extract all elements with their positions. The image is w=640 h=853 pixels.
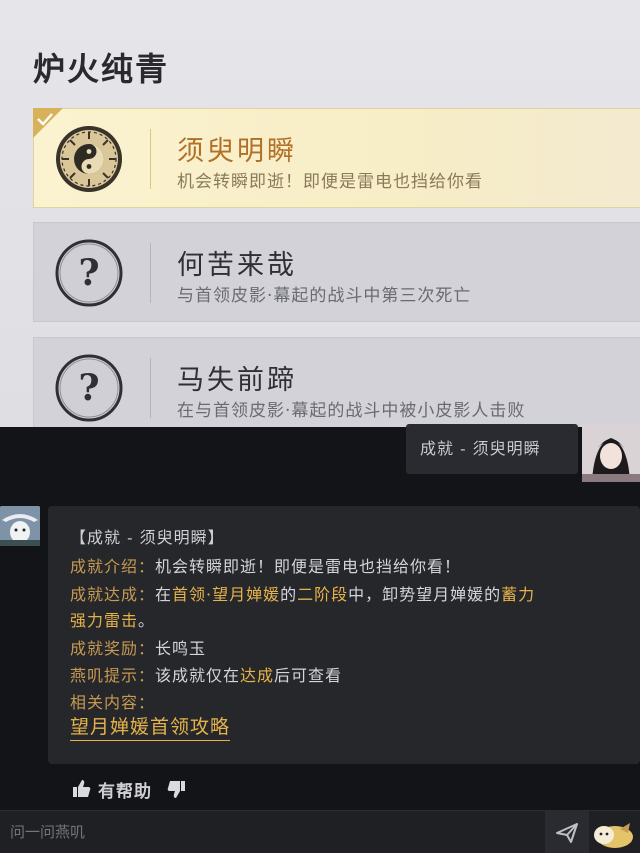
section-title: 炉火纯青	[33, 50, 170, 88]
tip-label: 燕叽提示：	[70, 666, 156, 685]
card-divider	[150, 358, 151, 418]
bot-avatar-portrait	[0, 506, 40, 546]
mascot-icon[interactable]	[590, 817, 636, 851]
achieve-highlight-thunder: 强力雷击	[70, 611, 139, 630]
related-label: 相关内容：	[70, 693, 156, 712]
intro-row: 成就介绍：机会转瞬即逝！即便是雷电也挡给你看！	[70, 553, 461, 577]
tip-text-2: 后可查看	[274, 666, 343, 685]
intro-label: 成就介绍：	[70, 557, 156, 576]
tip-highlight: 达成	[240, 666, 275, 685]
card-description: 与首领皮影·幕起的战斗中第三次死亡	[177, 286, 472, 306]
card-title: 马失前蹄	[177, 365, 297, 396]
user-avatar[interactable]	[582, 424, 640, 482]
thumbs-up-icon[interactable]	[72, 779, 92, 799]
tip-text-0: 该成就仅在	[155, 666, 241, 685]
achieve-row: 成就达成：在首领·望月婵媛的二阶段中，卸势望月婵媛的蓄力	[70, 581, 535, 605]
achievement-card-unlocked[interactable]: 须臾明瞬 机会转瞬即逝！即便是雷电也挡给你看	[33, 108, 640, 208]
achieve-text-0: 在	[155, 585, 173, 604]
card-title: 须臾明瞬	[177, 136, 297, 167]
achieve-highlight-boss: 首领·望月婵媛	[172, 585, 281, 604]
achieve-text-2: 的	[280, 585, 298, 604]
card-description: 机会转瞬即逝！即便是雷电也挡给你看	[177, 172, 483, 192]
card-divider	[150, 243, 151, 303]
reward-text: 长鸣玉	[155, 639, 207, 658]
chat-input[interactable]	[0, 811, 545, 853]
chat-input-bar	[0, 810, 640, 853]
achieve-line2-end: 。	[138, 611, 156, 630]
user-avatar-portrait	[582, 424, 640, 482]
send-icon	[556, 823, 578, 843]
thumbs-down-icon[interactable]	[166, 779, 186, 799]
achieve-text-4: 中，卸势望月婵媛的	[348, 585, 502, 604]
related-row: 相关内容：	[70, 689, 155, 713]
reward-row: 成就奖励：长鸣玉	[70, 635, 206, 659]
yin-yang-badge-icon	[56, 126, 122, 192]
feedback-row: 有帮助	[72, 777, 186, 802]
svg-text:?: ?	[78, 367, 99, 409]
achievement-card-locked[interactable]: ? 马失前蹄 在与首领皮影·幕起的战斗中被小皮影人击败	[33, 337, 640, 427]
helpful-label[interactable]: 有帮助	[98, 777, 152, 802]
card-divider	[150, 129, 151, 189]
card-title: 何苦来哉	[177, 250, 297, 281]
tip-row: 燕叽提示：该成就仅在达成后可查看	[70, 662, 342, 686]
user-message-bubble: 成就 - 须臾明瞬	[406, 424, 578, 474]
achieve-highlight-phase: 二阶段	[297, 585, 349, 604]
question-mark-icon: ?	[55, 354, 123, 422]
svg-text:?: ?	[78, 252, 99, 294]
achievement-card-locked[interactable]: ? 何苦来哉 与首领皮影·幕起的战斗中第三次死亡	[33, 222, 640, 322]
intro-text: 机会转瞬即逝！即便是雷电也挡给你看！	[155, 557, 462, 576]
bot-message-header: 【成就 - 须臾明瞬】	[70, 528, 225, 547]
boss-guide-link[interactable]: 望月婵媛首领攻略	[70, 712, 231, 741]
achieve-row-2: 强力雷击。	[70, 607, 155, 631]
achieve-label: 成就达成：	[70, 585, 156, 604]
send-button[interactable]	[545, 811, 589, 853]
question-mark-icon: ?	[55, 239, 123, 307]
bot-avatar[interactable]	[0, 506, 40, 546]
reward-label: 成就奖励：	[70, 639, 156, 658]
card-description: 在与首领皮影·幕起的战斗中被小皮影人击败	[177, 401, 526, 421]
achievement-panel: 炉火纯青 须臾明瞬 机会转瞬即逝！即便是雷电也挡给你看 ? 何苦来哉 与首领皮影…	[0, 0, 640, 427]
achieve-highlight-charge: 蓄力	[501, 585, 536, 604]
